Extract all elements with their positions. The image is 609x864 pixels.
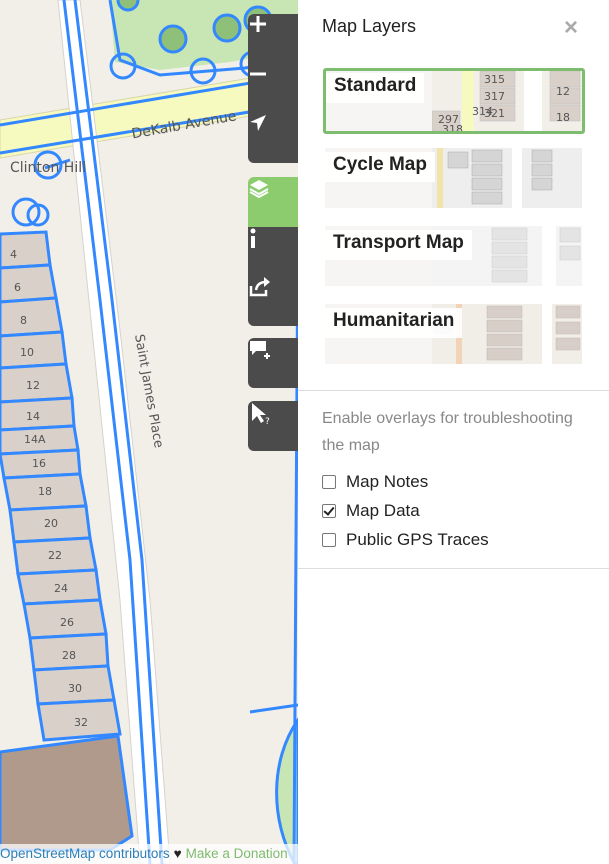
overlay-map-data-label: Map Data (346, 501, 420, 520)
close-icon[interactable]: × (564, 15, 578, 41)
map-canvas[interactable]: DeKalb Avenue Saint James Place Clinton … (0, 0, 298, 864)
plus-icon (250, 16, 266, 32)
checkbox-map-data[interactable] (322, 504, 336, 518)
share-icon (249, 277, 270, 297)
layer-standard-thumbnail: 315317321 1218297318 314 (432, 71, 582, 131)
street-label-saint-james: Saint James Place (131, 333, 166, 449)
layers-button[interactable] (248, 177, 298, 227)
svg-text:314: 314 (472, 105, 493, 118)
house-number: 20 (44, 517, 58, 530)
zoom-out-button[interactable] (248, 64, 298, 113)
donate-link[interactable]: Make a Donation (186, 846, 288, 861)
layer-transport-map-label: Transport Map (325, 230, 472, 260)
overlay-gps-traces[interactable]: Public GPS Traces (322, 530, 489, 550)
house-number: 8 (20, 314, 27, 327)
svg-text:317: 317 (484, 90, 505, 103)
share-button[interactable] (248, 276, 298, 326)
zoom-in-button[interactable] (248, 14, 298, 64)
query-cursor-icon: ? (252, 403, 270, 425)
panel-title: Map Layers (322, 16, 417, 36)
house-number: 32 (74, 716, 88, 729)
attribution-bar: OpenStreetMap contributors ♥ Make a Donati… (0, 844, 298, 864)
overlay-description: Enable overlays for troubleshooting the … (322, 410, 573, 454)
navigation-arrow-icon (250, 115, 266, 131)
overlay-map-notes[interactable]: Map Notes (322, 472, 428, 492)
layers-icon (249, 180, 269, 199)
house-number: 18 (38, 485, 52, 498)
house-number: 4 (10, 248, 17, 261)
layer-standard[interactable]: 315 317 321 12 18 297 318 314 Standard (323, 68, 585, 134)
layer-cycle-map-label: Cycle Map (325, 152, 435, 182)
area-label-clinton-hill: Clinton Hill (10, 160, 86, 176)
svg-text:12: 12 (556, 85, 570, 98)
overlay-map-notes-label: Map Notes (346, 472, 429, 491)
map-key-button[interactable] (248, 227, 298, 276)
house-number: 16 (32, 457, 46, 470)
house-number: 28 (62, 649, 76, 662)
minus-icon (250, 72, 266, 76)
overlay-gps-traces-label: Public GPS Traces (346, 530, 489, 549)
svg-text:18: 18 (556, 111, 570, 124)
house-number: 10 (20, 346, 34, 359)
house-number: 12 (26, 379, 40, 392)
svg-text:318: 318 (442, 123, 463, 131)
info-icon (250, 228, 256, 248)
layer-transport-map[interactable]: Transport Map (325, 226, 582, 286)
checkbox-gps-traces[interactable] (322, 533, 336, 547)
overlay-map-data[interactable]: Map Data (322, 501, 420, 521)
layer-humanitarian-label: Humanitarian (325, 308, 463, 338)
house-number: 24 (54, 582, 68, 595)
map-layers-panel: Map Layers × 315 317 321 12 18 297 318 314 St… (298, 0, 609, 864)
svg-text:315: 315 (484, 73, 505, 86)
layer-cycle-map-thumbnail (432, 148, 582, 208)
layer-cycle-map[interactable]: Cycle Map (325, 148, 582, 208)
house-number: 26 (60, 616, 74, 629)
osm-contributors-link[interactable]: OpenStreetMap contributors (0, 846, 170, 861)
section-divider (298, 390, 609, 391)
heart-icon: ♥ (173, 846, 182, 861)
house-number: 30 (68, 682, 82, 695)
house-number: 22 (48, 549, 62, 562)
house-number: 14 (26, 410, 40, 423)
query-features-button[interactable]: ? (248, 401, 298, 451)
layer-humanitarian[interactable]: Humanitarian (325, 304, 582, 364)
add-note-button[interactable] (248, 338, 298, 388)
add-note-icon (250, 341, 270, 359)
house-number: 14A (24, 433, 46, 446)
svg-text:?: ? (265, 417, 270, 425)
house-number: 6 (14, 281, 21, 294)
section-divider (298, 568, 609, 569)
checkbox-map-notes[interactable] (322, 475, 336, 489)
locate-button[interactable] (248, 113, 298, 163)
layer-standard-label: Standard (326, 73, 425, 103)
